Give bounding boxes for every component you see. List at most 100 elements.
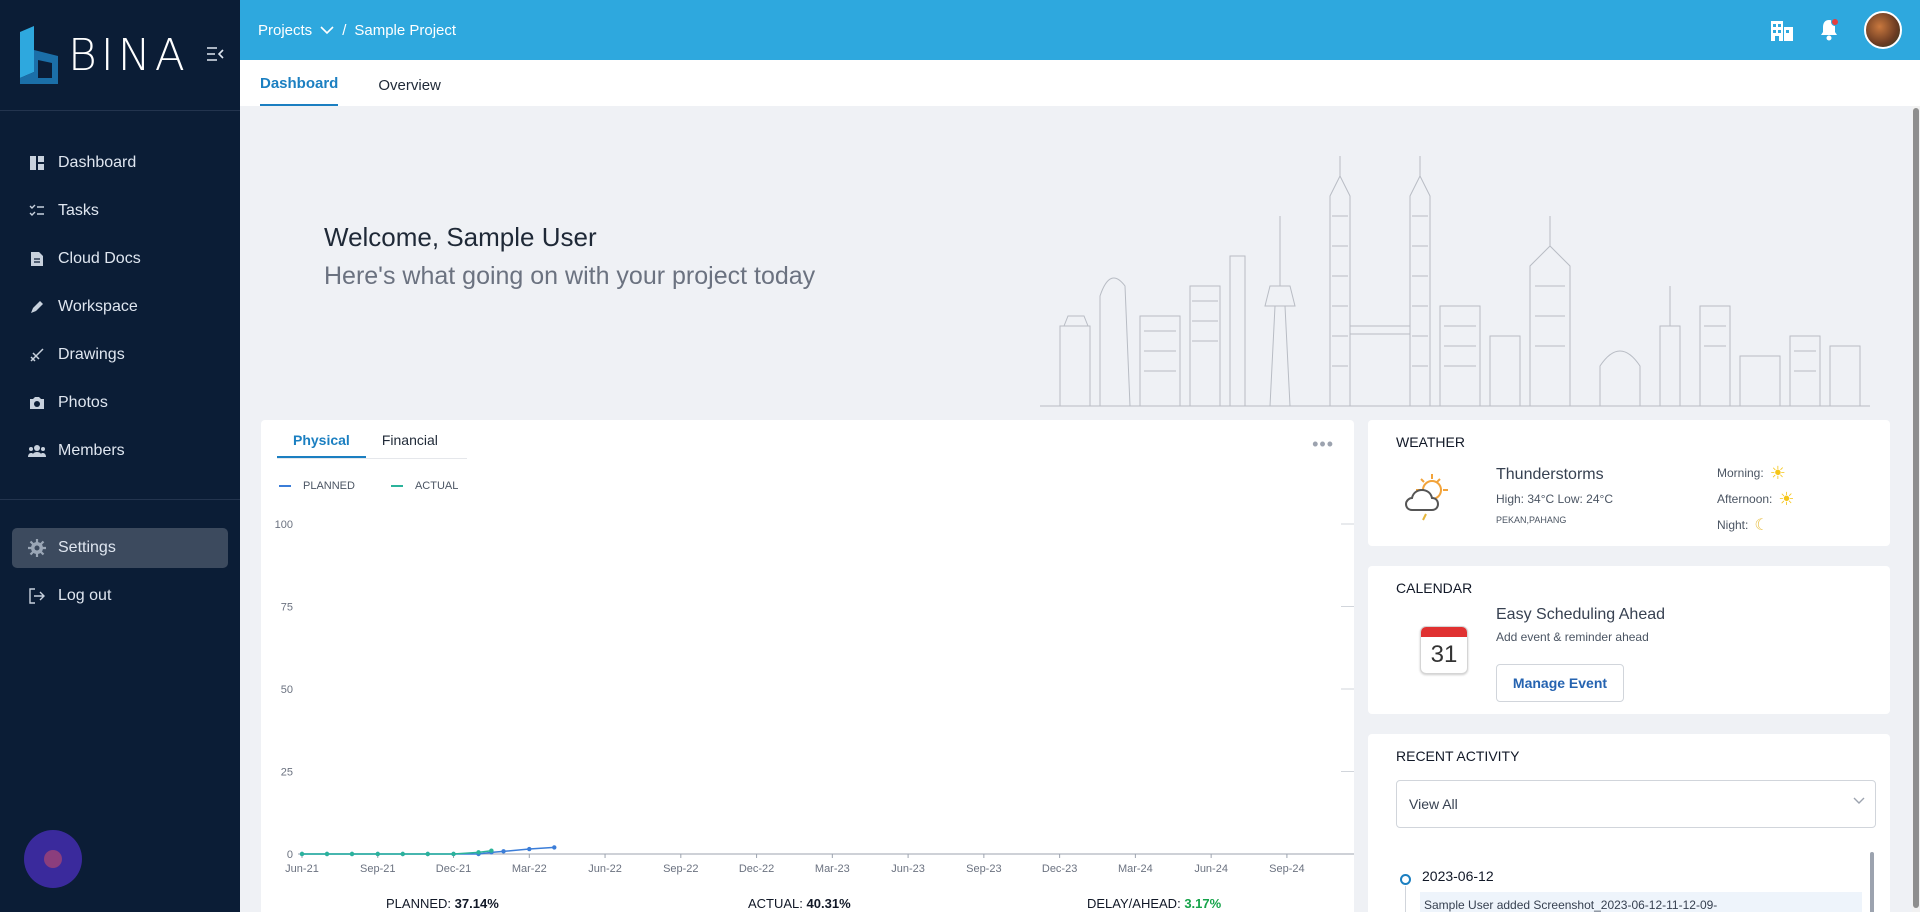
timeline-dot — [1400, 874, 1411, 885]
calendar-heading: Easy Scheduling Ahead — [1496, 606, 1666, 623]
x-tick-label: Jun-21 — [285, 863, 319, 875]
data-point-actual — [476, 850, 481, 855]
weather-condition: Thunderstorms — [1496, 466, 1604, 483]
chevron-down-icon — [1853, 797, 1865, 804]
data-point-actual — [324, 851, 330, 857]
activity-item[interactable]: Sample User added Screenshot_2023-06-12-… — [1420, 892, 1862, 912]
weather-location: PEKAN,PAHANG — [1496, 515, 1567, 525]
data-point-planned — [501, 849, 506, 854]
weather-part-label: Night: — [1717, 518, 1749, 532]
sidebar-item-tasks[interactable]: Tasks — [0, 187, 240, 235]
sidebar-item-photos[interactable]: Photos — [0, 379, 240, 427]
page-tabs: Dashboard Overview — [240, 60, 1920, 106]
sidebar-item-drawings[interactable]: Drawings — [0, 331, 240, 379]
collapse-menu-icon[interactable] — [206, 46, 224, 62]
sidebar-item-label: Members — [58, 442, 125, 459]
x-tick-label: Sep-24 — [1269, 863, 1304, 875]
breadcrumb-separator: / — [342, 21, 347, 39]
data-point-actual — [400, 851, 405, 857]
activity-scrollbar[interactable] — [1870, 852, 1874, 912]
data-point-actual — [451, 851, 456, 857]
x-tick-label: Mar-22 — [512, 863, 547, 875]
sidebar-item-label: Workspace — [58, 298, 138, 315]
pen-icon — [28, 298, 46, 316]
data-point-actual — [299, 851, 305, 857]
activity-filter-value: View All — [1409, 796, 1458, 812]
manage-event-button[interactable]: Manage Event — [1496, 664, 1624, 702]
calendar-icon-header — [1421, 627, 1467, 637]
summary-planned-value: 37.14% — [454, 896, 499, 911]
page-scrollbar[interactable] — [1912, 106, 1920, 912]
sidebar: BINA Dashboard Tasks Cloud Docs Workspac… — [0, 0, 240, 912]
breadcrumb-project[interactable]: Sample Project — [354, 22, 456, 39]
breadcrumb-projects[interactable]: Projects — [258, 22, 312, 39]
tasks-icon — [28, 202, 46, 220]
dashboard-icon — [28, 154, 46, 172]
logout-icon — [28, 587, 46, 605]
sidebar-item-cloud-docs[interactable]: Cloud Docs — [0, 235, 240, 283]
recent-activity-card: RECENT ACTIVITY View All 2023-06-12 Samp… — [1368, 734, 1890, 912]
x-tick-label: Jun-24 — [1194, 863, 1228, 875]
weather-morning: Morning: ☀ — [1717, 460, 1795, 486]
summary-actual-label: ACTUAL: — [748, 896, 803, 911]
more-options-icon[interactable]: ••• — [1312, 434, 1334, 455]
x-tick-label: Mar-24 — [1118, 863, 1153, 875]
x-tick-label: Dec-22 — [739, 863, 774, 875]
y-tick-label: 100 — [275, 519, 293, 531]
chat-launcher-button[interactable] — [24, 830, 82, 888]
calendar-card: CALENDAR 31 Easy Scheduling Ahead Add ev… — [1368, 566, 1890, 714]
sidebar-item-workspace[interactable]: Workspace — [0, 283, 240, 331]
tab-physical[interactable]: Physical — [277, 432, 366, 458]
moon-icon: ☾ — [1754, 517, 1769, 534]
summary-planned-label: PLANNED: — [386, 896, 452, 911]
sidebar-item-label: Settings — [58, 539, 116, 556]
members-icon — [28, 442, 46, 460]
chart-legend: PLANNED ACTUAL — [279, 480, 458, 492]
gear-icon — [28, 539, 46, 557]
drawing-icon — [28, 346, 46, 364]
sidebar-item-dashboard[interactable]: Dashboard — [0, 139, 240, 187]
page-scrollbar-thumb[interactable] — [1913, 108, 1919, 908]
welcome-hero: Welcome, Sample User Here's what going o… — [260, 106, 1890, 407]
buildings-icon[interactable] — [1770, 19, 1794, 41]
progress-chart-card: Physical Financial ••• PLANNED ACTUAL 0 2… — [261, 420, 1354, 912]
sidebar-divider — [0, 499, 240, 500]
chevron-down-icon[interactable] — [320, 25, 334, 35]
x-tick-label: Mar-23 — [815, 863, 850, 875]
tab-financial[interactable]: Financial — [366, 432, 454, 458]
notification-bell-icon[interactable] — [1818, 18, 1840, 42]
bina-logo-icon — [20, 26, 58, 84]
weather-part-label: Morning: — [1717, 466, 1764, 480]
welcome-heading: Welcome, Sample User — [324, 222, 597, 252]
sidebar-item-label: Tasks — [58, 202, 99, 219]
sidebar-item-label: Cloud Docs — [58, 250, 141, 267]
weather-title: WEATHER — [1396, 434, 1465, 450]
sidebar-item-label: Drawings — [58, 346, 125, 363]
legend-actual[interactable]: ACTUAL — [390, 480, 458, 492]
summary-delay-label: DELAY/AHEAD: — [1087, 896, 1181, 911]
y-tick-label: 0 — [287, 849, 293, 861]
data-point-actual — [489, 848, 494, 853]
user-avatar[interactable] — [1864, 11, 1902, 49]
sidebar-item-members[interactable]: Members — [0, 427, 240, 475]
summary-actual-value: 40.31% — [806, 896, 851, 911]
top-bar-icons — [1770, 0, 1902, 60]
sun-icon: ☀ — [1778, 488, 1795, 509]
camera-icon — [28, 394, 46, 412]
data-point-actual — [375, 851, 380, 857]
sidebar-item-settings[interactable]: Settings — [12, 528, 228, 568]
legend-planned[interactable]: PLANNED — [279, 480, 355, 492]
activity-date: 2023-06-12 — [1422, 868, 1494, 884]
tab-dashboard[interactable]: Dashboard — [260, 75, 339, 106]
progress-line-chart: 0 25 50 75 100 Jun-21 Sep-21 Dec-21 Mar-22 Jun-22… — [275, 519, 1354, 875]
tab-overview[interactable]: Overview — [378, 77, 441, 106]
weather-day-parts: Morning: ☀ Afternoon: ☀ Night: ☾ — [1717, 460, 1795, 538]
sidebar-item-logout[interactable]: Log out — [0, 572, 240, 620]
brand-name: BINA — [68, 29, 189, 81]
calendar-icon: 31 — [1420, 626, 1468, 674]
top-bar: Projects / Sample Project — [240, 0, 1920, 60]
data-point-actual — [349, 851, 355, 857]
activity-filter-select[interactable]: View All — [1396, 780, 1876, 828]
x-tick-label: Dec-21 — [436, 863, 471, 875]
document-icon — [28, 250, 46, 268]
